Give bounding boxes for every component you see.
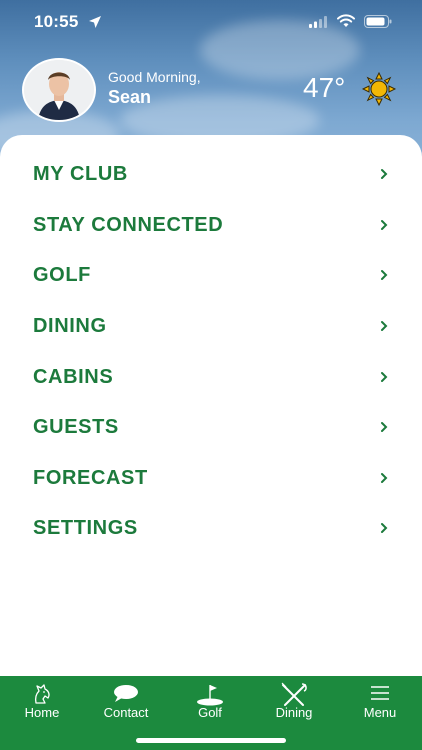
tab-contact[interactable]: Contact: [84, 676, 168, 734]
menu-item-label: SETTINGS: [33, 517, 138, 539]
horse-head-icon: [34, 684, 50, 704]
menu-item-cabins[interactable]: CABINS: [0, 354, 422, 400]
chevron-right-icon: [381, 473, 388, 483]
user-name: Sean: [108, 87, 152, 107]
home-indicator[interactable]: [136, 738, 286, 743]
golf-flag-icon: [197, 685, 223, 706]
sun-icon: [362, 72, 396, 106]
menu-item-label: STAY CONNECTED: [33, 214, 224, 236]
menu-panel: MY CLUB STAY CONNECTED GOLF DINING CABIN…: [0, 135, 422, 676]
location-arrow-icon: [89, 16, 101, 28]
status-time: 10:55: [34, 12, 79, 31]
menu-item-forecast[interactable]: FORECAST: [0, 455, 422, 501]
hamburger-menu-icon: [371, 686, 389, 700]
temperature-readout: 47°: [303, 72, 346, 103]
chevron-right-icon: [381, 372, 388, 382]
menu-item-label: FORECAST: [33, 467, 148, 489]
tab-dining[interactable]: Dining: [252, 676, 336, 734]
chevron-right-icon: [381, 169, 388, 179]
greeting-header: Good Morning, Sean 47°: [22, 58, 402, 122]
chevron-right-icon: [381, 321, 388, 331]
menu-item-label: GUESTS: [33, 416, 119, 438]
tab-golf[interactable]: Golf: [168, 676, 252, 734]
tab-label: Home: [24, 705, 60, 720]
cellular-signal-icon: [309, 16, 327, 28]
menu-item-dining[interactable]: DINING: [0, 303, 422, 349]
tab-label: Dining: [275, 705, 313, 720]
status-bar: 10:55: [0, 0, 422, 44]
chevron-right-icon: [381, 270, 388, 280]
tab-menu[interactable]: Menu: [338, 676, 422, 734]
menu-item-my-club[interactable]: MY CLUB: [0, 151, 422, 197]
tab-label: Menu: [363, 705, 397, 720]
tab-home[interactable]: Home: [0, 676, 84, 734]
greeting-text: Good Morning,: [108, 69, 201, 85]
tab-label: Golf: [198, 705, 222, 720]
menu-item-guests[interactable]: GUESTS: [0, 404, 422, 450]
menu-item-label: MY CLUB: [33, 163, 128, 185]
chat-bubble-icon: [114, 685, 138, 702]
battery-icon: [364, 15, 392, 28]
wifi-icon: [337, 14, 355, 27]
chevron-right-icon: [381, 523, 388, 533]
chevron-right-icon: [381, 220, 388, 230]
menu-item-stay-connected[interactable]: STAY CONNECTED: [0, 202, 422, 248]
avatar[interactable]: [22, 58, 96, 122]
menu-item-label: GOLF: [33, 264, 91, 286]
menu-item-label: DINING: [33, 315, 107, 337]
menu-item-label: CABINS: [33, 366, 114, 388]
fork-knife-icon: [281, 682, 307, 706]
menu-item-golf[interactable]: GOLF: [0, 252, 422, 298]
chevron-right-icon: [381, 422, 388, 432]
profile-photo: [24, 60, 94, 120]
tab-label: Contact: [103, 705, 149, 720]
menu-item-settings[interactable]: SETTINGS: [0, 505, 422, 551]
